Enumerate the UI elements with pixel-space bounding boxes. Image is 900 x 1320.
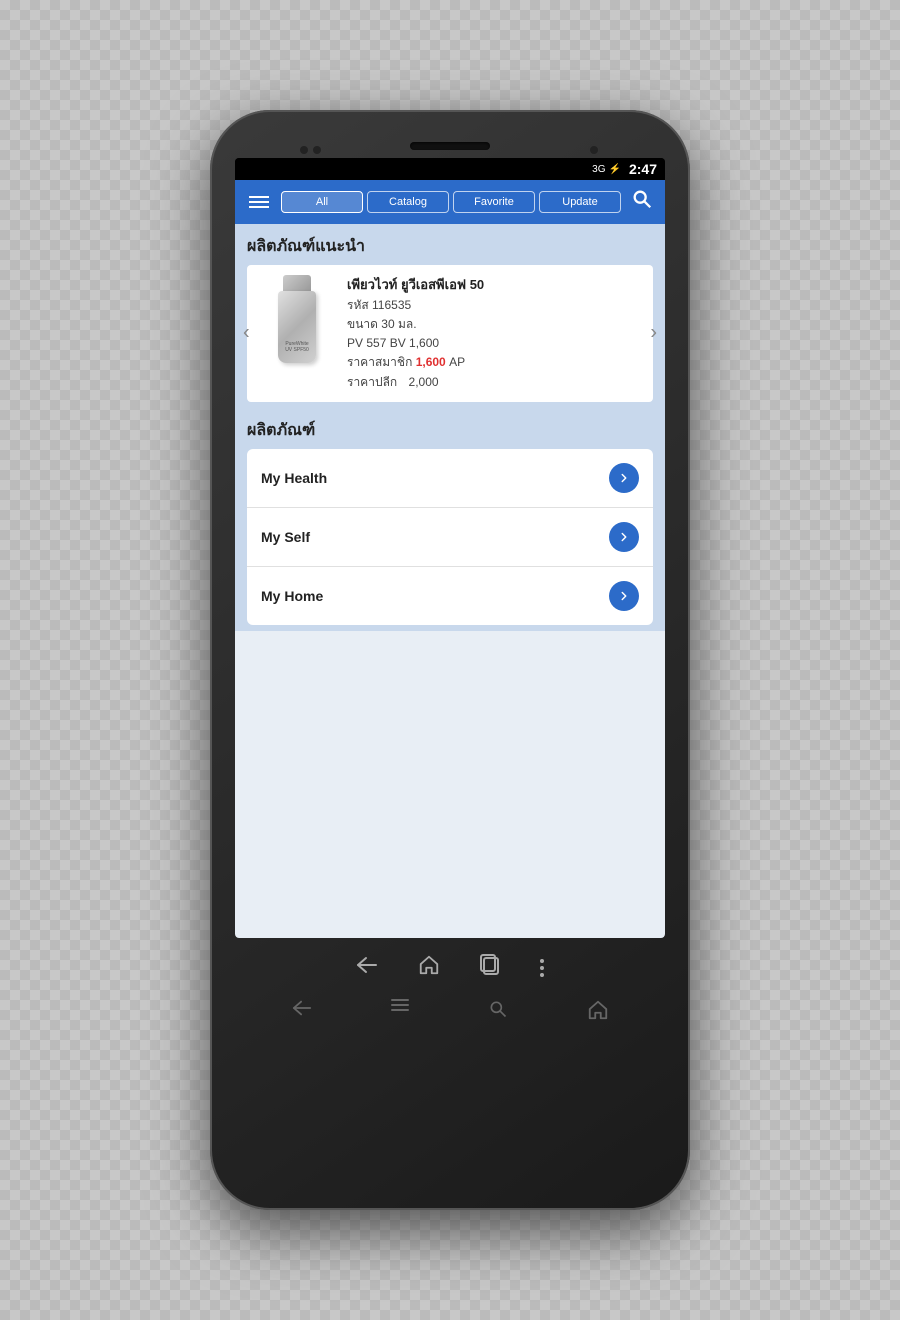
tab-all[interactable]: All: [281, 191, 363, 213]
phone-top-bar: [230, 130, 670, 158]
product-image-area: PureWhiteUV SPF50: [257, 275, 337, 365]
screen: 3G ⚡ 2:47 All Catalog Favorite Update: [235, 158, 665, 938]
member-price-label: ราคาสมาชิก: [347, 355, 412, 369]
bottom-home-button[interactable]: [587, 999, 609, 1026]
products-section: ผลิตภัณฑ์ My Health My Self: [235, 408, 665, 631]
featured-section: ผลิตภัณฑ์แนะนำ ‹ PureWhiteUV SPF50 เพ: [235, 224, 665, 408]
member-price-value: 1,600: [416, 355, 446, 369]
retail-label: ราคาปลีก: [347, 375, 397, 389]
list-item-arrow-my-health: [609, 463, 639, 493]
product-member-price: ราคาสมาชิก 1,600 AP: [347, 353, 643, 372]
list-item-my-self[interactable]: My Self: [247, 508, 653, 567]
list-item-my-home[interactable]: My Home: [247, 567, 653, 625]
list-item-label-my-self: My Self: [261, 529, 310, 545]
list-item-label-my-home: My Home: [261, 588, 323, 604]
list-item-arrow-my-self: [609, 522, 639, 552]
chevron-right-icon: [617, 471, 631, 485]
product-code: รหัส 116535: [347, 296, 643, 315]
bottom-back-button[interactable]: [292, 999, 312, 1026]
list-item-arrow-my-home: [609, 581, 639, 611]
sensor-dot-1: [300, 146, 308, 154]
phone-device: 3G ⚡ 2:47 All Catalog Favorite Update: [210, 110, 690, 1210]
front-camera: [588, 144, 600, 156]
chevron-right-icon-2: [617, 530, 631, 544]
back-button[interactable]: [356, 956, 378, 979]
tab-catalog[interactable]: Catalog: [367, 191, 449, 213]
clock: 2:47: [629, 161, 657, 177]
signal-icon: 3G: [592, 164, 605, 175]
dot-3: [540, 973, 544, 977]
list-item-label-my-health: My Health: [261, 470, 327, 486]
product-list: My Health My Self My Home: [247, 449, 653, 625]
chevron-right-icon-3: [617, 589, 631, 603]
list-item-my-health[interactable]: My Health: [247, 449, 653, 508]
speaker: [410, 142, 490, 150]
phone-bottom: [230, 938, 670, 1034]
app-content: All Catalog Favorite Update ผลิตภัณฑ์แนะ…: [235, 180, 665, 938]
menu-line-a: [391, 999, 409, 1001]
products-title: ผลิตภัณฑ์: [247, 418, 653, 443]
featured-product-card: ‹ PureWhiteUV SPF50 เพียวไวท์ ยูวีเอสพีเ…: [247, 265, 653, 402]
menu-line-2: [249, 201, 269, 203]
dot-2: [540, 966, 544, 970]
next-arrow[interactable]: ›: [650, 322, 657, 345]
bottom-buttons-row: [252, 995, 648, 1030]
home-button[interactable]: [418, 954, 440, 981]
product-image: PureWhiteUV SPF50: [275, 275, 320, 365]
product-info: เพียวไวท์ ยูวีเอสพีเอฟ 50 รหัส 116535 ขน…: [347, 275, 643, 392]
menu-line-b: [391, 1004, 409, 1006]
status-icons: 3G ⚡: [592, 164, 621, 175]
product-size: ขนาด 30 มล.: [347, 315, 643, 334]
product-pv-bv: PV 557 BV 1,600: [347, 334, 643, 353]
battery-icon: ⚡: [609, 164, 621, 175]
search-button[interactable]: [627, 186, 657, 218]
recent-apps-button[interactable]: [480, 954, 500, 981]
product-name: เพียวไวท์ ยูวีเอสพีเอฟ 50: [347, 275, 643, 296]
dot-1: [540, 959, 544, 963]
menu-button[interactable]: [243, 192, 275, 212]
sensor-dot-2: [313, 146, 321, 154]
android-nav-bar: [356, 948, 544, 987]
status-bar: 3G ⚡ 2:47: [235, 158, 665, 180]
product-retail-price: ราคาปลีก 2,000: [347, 373, 643, 392]
bottom-menu-button[interactable]: [391, 999, 409, 1026]
prev-arrow[interactable]: ‹: [243, 322, 250, 345]
bottle-cap: [283, 275, 311, 291]
sensor-dots: [300, 146, 321, 154]
tab-favorite[interactable]: Favorite: [453, 191, 535, 213]
bottom-search-button[interactable]: [488, 999, 508, 1026]
menu-line-c: [391, 1009, 409, 1011]
menu-line-3: [249, 206, 269, 208]
overflow-menu-button[interactable]: [540, 959, 544, 977]
featured-title: ผลิตภัณฑ์แนะนำ: [247, 234, 653, 259]
bottle-label: PureWhiteUV SPF50: [285, 341, 309, 353]
top-nav: All Catalog Favorite Update: [235, 180, 665, 224]
nav-tabs: All Catalog Favorite Update: [281, 191, 621, 213]
bottle-body: PureWhiteUV SPF50: [278, 291, 316, 363]
tab-update[interactable]: Update: [539, 191, 621, 213]
menu-line-1: [249, 196, 269, 198]
price-unit: AP: [449, 355, 465, 369]
retail-price-value: 2,000: [409, 375, 439, 389]
